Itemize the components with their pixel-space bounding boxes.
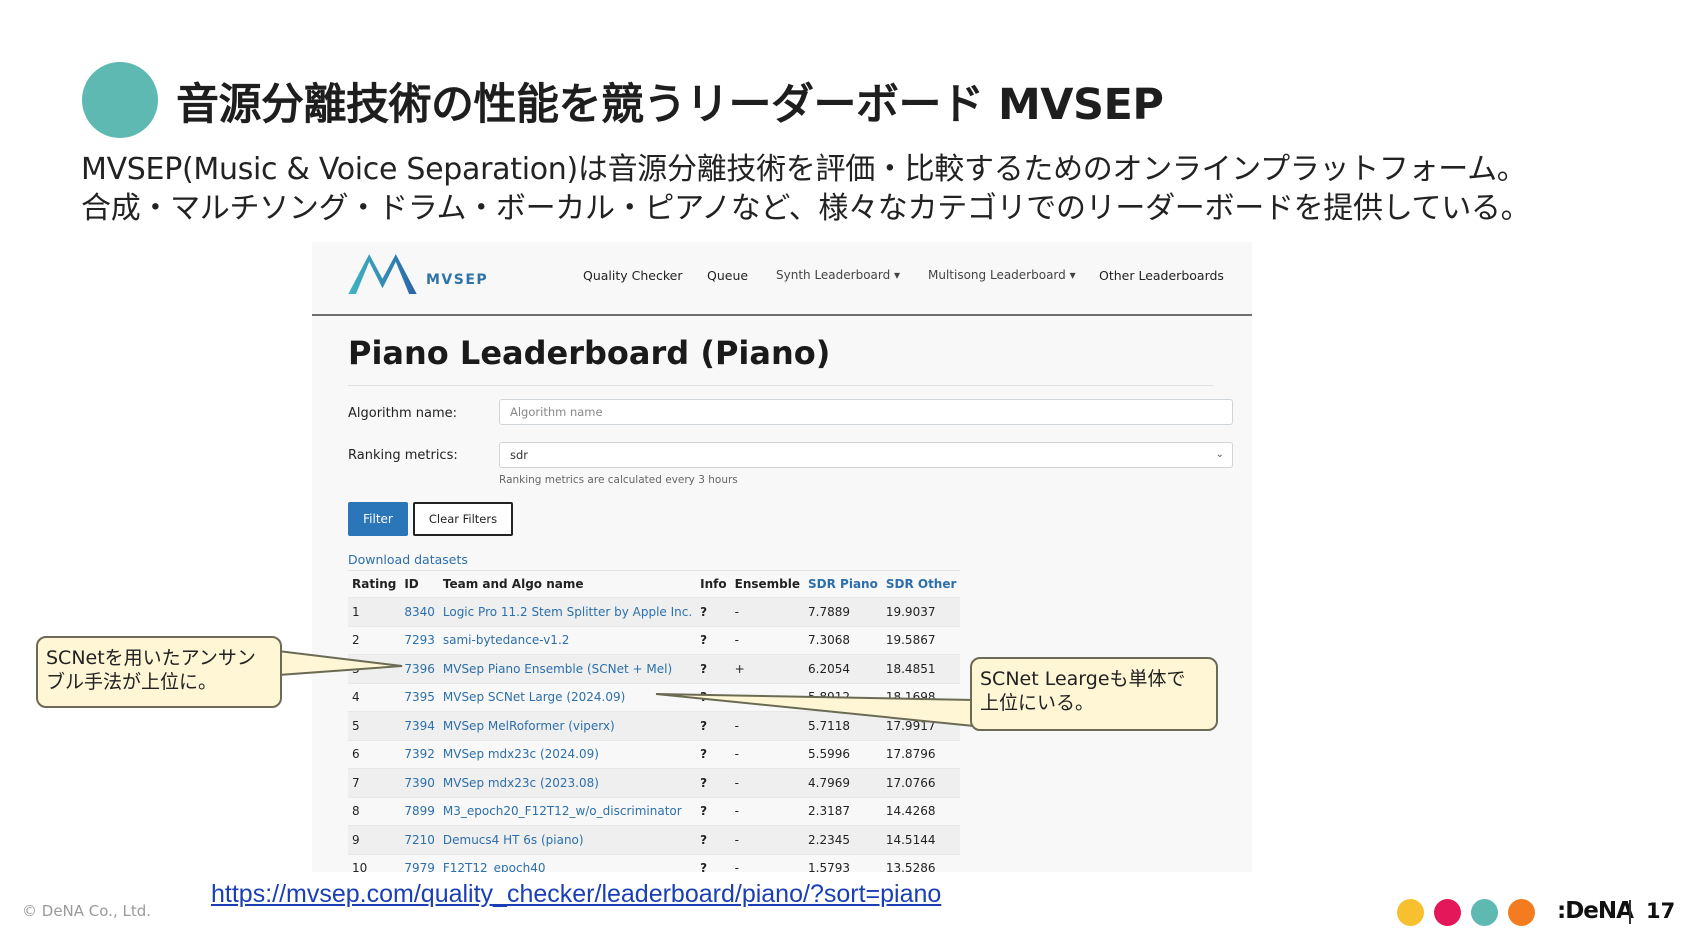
footer-dot-teal <box>1471 899 1498 926</box>
callout-pointers <box>277 649 975 728</box>
left-callout-pointer <box>277 649 403 677</box>
page-number: 17 <box>1646 899 1676 923</box>
source-url-link[interactable]: https://mvsep.com/quality_checker/leader… <box>211 880 941 909</box>
footer-dot-orange <box>1508 899 1535 926</box>
right-callout: SCNet Leargeも単体で 上位にいる。 <box>970 657 1218 731</box>
left-callout-line-2: ブル手法が上位に。 <box>46 671 218 693</box>
right-callout-line-2: 上位にいる。 <box>980 692 1095 714</box>
copyright: © DeNA Co., Ltd. <box>22 902 152 920</box>
footer-dot-yellow <box>1397 899 1424 926</box>
footer-dot-magenta <box>1434 899 1461 926</box>
right-callout-line-1: SCNet Leargeも単体で <box>980 668 1186 690</box>
right-callout-pointer <box>655 693 975 728</box>
left-callout: SCNetを用いたアンサン ブル手法が上位に。 <box>36 636 282 708</box>
dena-logo: :DeNA <box>1557 898 1634 924</box>
footer-divider <box>1629 900 1631 924</box>
left-callout-line-1: SCNetを用いたアンサン <box>46 647 256 669</box>
